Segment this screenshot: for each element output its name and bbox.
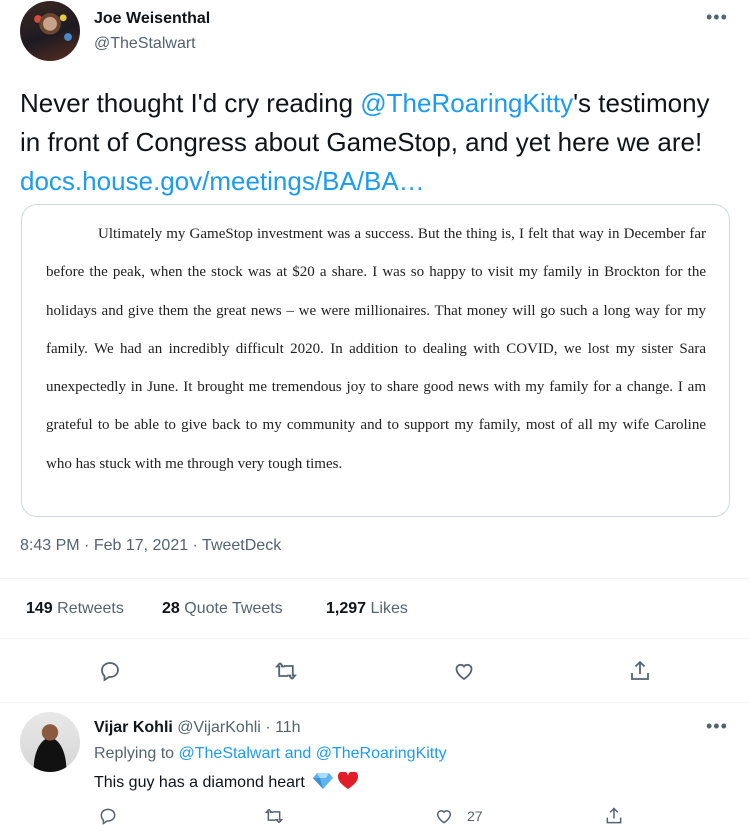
- retweet-icon[interactable]: [274, 659, 298, 683]
- reply-author-avatar[interactable]: [20, 712, 80, 772]
- reply-text: This guy has a diamond heart: [94, 771, 358, 792]
- reply-reply-icon[interactable]: [98, 806, 118, 826]
- author-handle[interactable]: @TheStalwart: [94, 35, 196, 53]
- replying-to: Replying to @TheStalwart and @TheRoaring…: [94, 745, 447, 763]
- reply-age[interactable]: 11h: [275, 719, 301, 736]
- divider: [0, 578, 749, 579]
- quote-tweets-stat[interactable]: 28 Quote Tweets: [162, 600, 283, 618]
- tweet-time[interactable]: 8:43 PM: [20, 537, 80, 554]
- replying-and: and: [284, 745, 312, 762]
- tweet-text: Never thought I'd cry reading @TheRoarin…: [20, 84, 720, 201]
- reply-header: Vijar Kohli @VijarKohli · 11h: [94, 719, 301, 737]
- tweet-text-before: Never thought I'd cry reading: [20, 88, 361, 118]
- separator-dot: ·: [260, 719, 276, 736]
- reply-text-content: This guy has a diamond heart: [94, 774, 305, 791]
- author-avatar[interactable]: [20, 1, 80, 61]
- reply-icon[interactable]: [98, 659, 122, 683]
- likes-stat[interactable]: 1,297 Likes: [326, 600, 408, 618]
- likes-count: 1,297: [326, 600, 367, 617]
- retweets-stat[interactable]: 149 Retweets: [26, 600, 124, 618]
- attached-image[interactable]: Ultimately my GameStop investment was a …: [21, 204, 730, 517]
- tweet-meta: 8:43 PM · Feb 17, 2021 · TweetDeck: [20, 537, 282, 554]
- like-icon[interactable]: [452, 659, 476, 683]
- reply-retweet-icon[interactable]: [264, 806, 284, 826]
- divider: [0, 702, 749, 703]
- reply-author-name[interactable]: Vijar Kohli: [94, 719, 173, 736]
- replying-to-label: Replying to: [94, 745, 175, 762]
- replying-to-mention-1[interactable]: @TheStalwart: [179, 745, 281, 762]
- testimony-text-image: Ultimately my GameStop investment was a …: [46, 215, 706, 483]
- quotes-count: 28: [162, 600, 180, 617]
- retweets-label: Retweets: [57, 600, 124, 617]
- likes-label: Likes: [370, 600, 408, 617]
- retweets-count: 149: [26, 600, 53, 617]
- more-options-icon[interactable]: •••: [706, 7, 728, 28]
- tweet-source[interactable]: TweetDeck: [202, 537, 281, 554]
- reply-more-options-icon[interactable]: •••: [706, 716, 728, 737]
- tweet-date[interactable]: Feb 17, 2021: [94, 537, 188, 554]
- replying-to-mention-2[interactable]: @TheRoaringKitty: [316, 745, 447, 762]
- mention-link[interactable]: @TheRoaringKitty: [360, 88, 573, 118]
- heart-emoji: [337, 771, 358, 789]
- reply-like-icon[interactable]: [434, 806, 454, 826]
- url-link[interactable]: docs.house.gov/meetings/BA/BA…: [20, 166, 425, 196]
- share-icon[interactable]: [628, 659, 652, 683]
- diamond-emoji: [313, 773, 334, 789]
- divider: [0, 638, 749, 639]
- testimony-paragraph: Ultimately my GameStop investment was a …: [46, 226, 706, 472]
- author-name[interactable]: Joe Weisenthal: [94, 10, 210, 28]
- reply-likes-count: 27: [467, 808, 483, 824]
- quotes-label: Quote Tweets: [184, 600, 283, 617]
- reply-share-icon[interactable]: [604, 806, 624, 826]
- reply-author-handle[interactable]: @VijarKohli: [177, 719, 261, 736]
